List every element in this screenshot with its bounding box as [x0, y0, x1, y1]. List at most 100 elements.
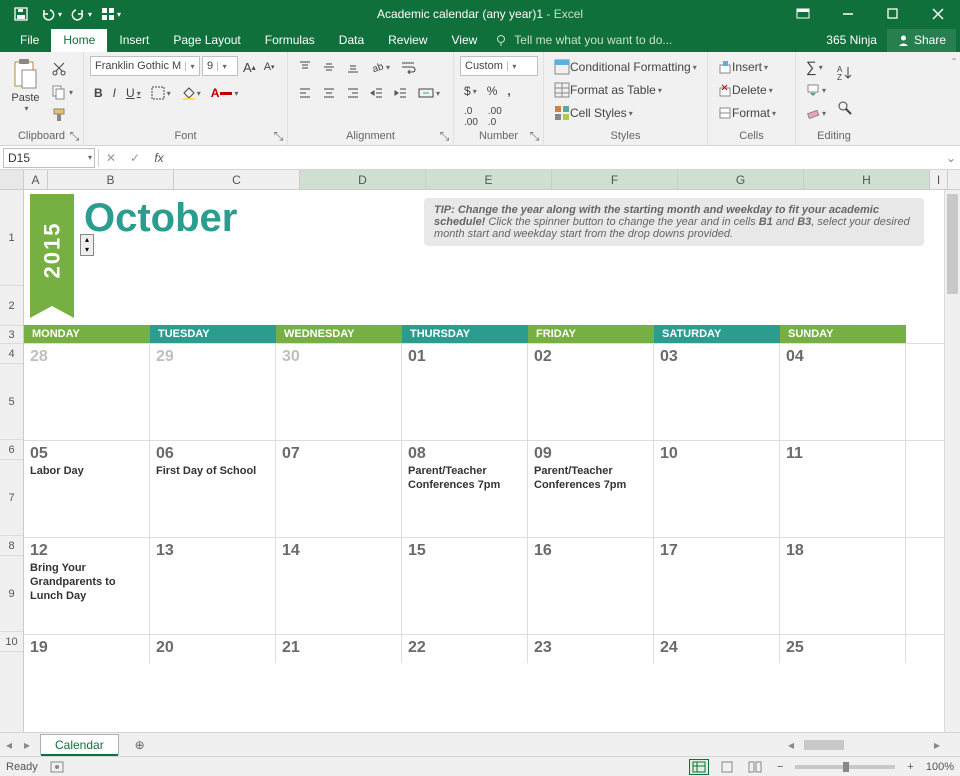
row-header-4[interactable]: 4: [0, 344, 23, 364]
align-center-button[interactable]: [318, 82, 340, 104]
calendar-cell[interactable]: 09Parent/Teacher Conferences 7pm: [528, 441, 654, 537]
row-header-3[interactable]: 3: [0, 326, 23, 344]
row-header-7[interactable]: 7: [0, 460, 23, 536]
col-header-G[interactable]: G: [678, 170, 804, 189]
delete-cells-button[interactable]: Delete▾: [714, 79, 789, 101]
qat-custom-button[interactable]: ▾: [96, 0, 126, 28]
expand-formula-bar[interactable]: ⌄: [942, 151, 960, 165]
minimize-button[interactable]: [825, 0, 870, 28]
format-painter-button[interactable]: [47, 104, 77, 126]
calendar-cell[interactable]: 24: [654, 635, 780, 663]
tab-review[interactable]: Review: [376, 29, 439, 52]
tab-data[interactable]: Data: [327, 29, 376, 52]
number-launcher[interactable]: ⤡: [528, 130, 541, 143]
col-header-H[interactable]: H: [804, 170, 930, 189]
insert-function-button[interactable]: fx: [147, 148, 171, 168]
tab-home[interactable]: Home: [51, 29, 107, 52]
calendar-cell[interactable]: 08Parent/Teacher Conferences 7pm: [402, 441, 528, 537]
tell-me-search[interactable]: Tell me what you want to do...: [495, 33, 672, 52]
page-layout-view-button[interactable]: [717, 759, 737, 775]
copy-button[interactable]: ▾: [47, 81, 77, 103]
cut-button[interactable]: [47, 58, 77, 80]
calendar-cell[interactable]: 20: [150, 635, 276, 663]
enter-formula-button[interactable]: ✓: [123, 148, 147, 168]
find-select-button[interactable]: [832, 91, 858, 125]
row-header-5[interactable]: 5: [0, 364, 23, 440]
column-headers[interactable]: ABCDEFGHI: [0, 170, 960, 190]
fill-color-button[interactable]: ▾: [177, 82, 205, 104]
calendar-cell[interactable]: 25: [780, 635, 906, 663]
align-middle-button[interactable]: [318, 56, 340, 78]
decrease-decimal-button[interactable]: .00.0: [484, 106, 506, 128]
calendar-cell[interactable]: 16: [528, 538, 654, 634]
italic-button[interactable]: I: [109, 82, 120, 104]
font-launcher[interactable]: ⤡: [272, 130, 285, 143]
calendar-cell[interactable]: 23: [528, 635, 654, 663]
share-button[interactable]: Share: [887, 29, 956, 52]
decrease-indent-button[interactable]: [366, 82, 388, 104]
row-headers[interactable]: 12345678910: [0, 190, 24, 732]
sheet-nav-prev[interactable]: ◂: [0, 738, 18, 752]
zoom-level[interactable]: 100%: [926, 761, 954, 773]
account-name[interactable]: 365 Ninja: [816, 29, 887, 52]
calendar-cell[interactable]: 07: [276, 441, 402, 537]
borders-button[interactable]: ▾: [147, 82, 175, 104]
row-header-2[interactable]: 2: [0, 286, 23, 326]
horizontal-scrollbar[interactable]: ◂▸: [784, 738, 944, 752]
calendar-cell[interactable]: 28: [24, 344, 150, 440]
row-header-1[interactable]: 1: [0, 190, 23, 286]
tab-insert[interactable]: Insert: [107, 29, 161, 52]
align-top-button[interactable]: [294, 56, 316, 78]
row-header-8[interactable]: 8: [0, 536, 23, 556]
cell-styles-button[interactable]: Cell Styles▾: [550, 102, 701, 124]
formula-input[interactable]: [171, 148, 942, 168]
fill-button[interactable]: ▾: [802, 79, 830, 101]
save-button[interactable]: [6, 0, 36, 28]
cancel-formula-button[interactable]: ✕: [99, 148, 123, 168]
accounting-format-button[interactable]: $▾: [460, 80, 481, 102]
calendar-cell[interactable]: 03: [654, 344, 780, 440]
page-break-view-button[interactable]: [745, 759, 765, 775]
ribbon-display-options[interactable]: [780, 0, 825, 28]
calendar-cell[interactable]: 29: [150, 344, 276, 440]
bold-button[interactable]: B: [90, 82, 107, 104]
conditional-formatting-button[interactable]: Conditional Formatting▾: [550, 56, 701, 78]
normal-view-button[interactable]: [689, 759, 709, 775]
clipboard-launcher[interactable]: ⤡: [68, 130, 81, 143]
comma-format-button[interactable]: ,: [503, 80, 514, 102]
percent-format-button[interactable]: %: [483, 80, 502, 102]
tab-view[interactable]: View: [440, 29, 490, 52]
sheet-tab-calendar[interactable]: Calendar: [40, 734, 119, 755]
align-bottom-button[interactable]: [342, 56, 364, 78]
calendar-cell[interactable]: 19: [24, 635, 150, 663]
undo-button[interactable]: ▾: [36, 0, 66, 28]
font-size-combo[interactable]: 9▾: [202, 56, 238, 76]
paste-button[interactable]: Paste ▾: [6, 56, 45, 126]
col-header-C[interactable]: C: [174, 170, 300, 189]
calendar-cell[interactable]: 14: [276, 538, 402, 634]
col-header-B[interactable]: B: [48, 170, 174, 189]
maximize-button[interactable]: [870, 0, 915, 28]
calendar-cell[interactable]: 05Labor Day: [24, 441, 150, 537]
new-sheet-button[interactable]: ⊕: [129, 734, 151, 756]
col-header-A[interactable]: A: [24, 170, 48, 189]
format-cells-button[interactable]: Format▾: [714, 102, 789, 124]
font-name-combo[interactable]: Franklin Gothic M▾: [90, 56, 200, 76]
col-header-I[interactable]: I: [930, 170, 948, 189]
collapse-ribbon-button[interactable]: ˆ: [952, 56, 956, 70]
zoom-in-button[interactable]: +: [903, 761, 917, 773]
increase-indent-button[interactable]: [390, 82, 412, 104]
autosum-button[interactable]: ∑▾: [802, 56, 830, 78]
orientation-button[interactable]: ab▾: [366, 56, 394, 78]
align-right-button[interactable]: [342, 82, 364, 104]
tab-page-layout[interactable]: Page Layout: [161, 29, 252, 52]
name-box[interactable]: D15▾: [3, 148, 95, 168]
calendar-cell[interactable]: 10: [654, 441, 780, 537]
alignment-launcher[interactable]: ⤡: [438, 130, 451, 143]
calendar-cell[interactable]: 17: [654, 538, 780, 634]
row-header-9[interactable]: 9: [0, 556, 23, 632]
macro-record-button[interactable]: [50, 761, 64, 773]
calendar-cell[interactable]: 06First Day of School: [150, 441, 276, 537]
sort-filter-button[interactable]: AZ: [832, 56, 858, 90]
calendar-cell[interactable]: 02: [528, 344, 654, 440]
